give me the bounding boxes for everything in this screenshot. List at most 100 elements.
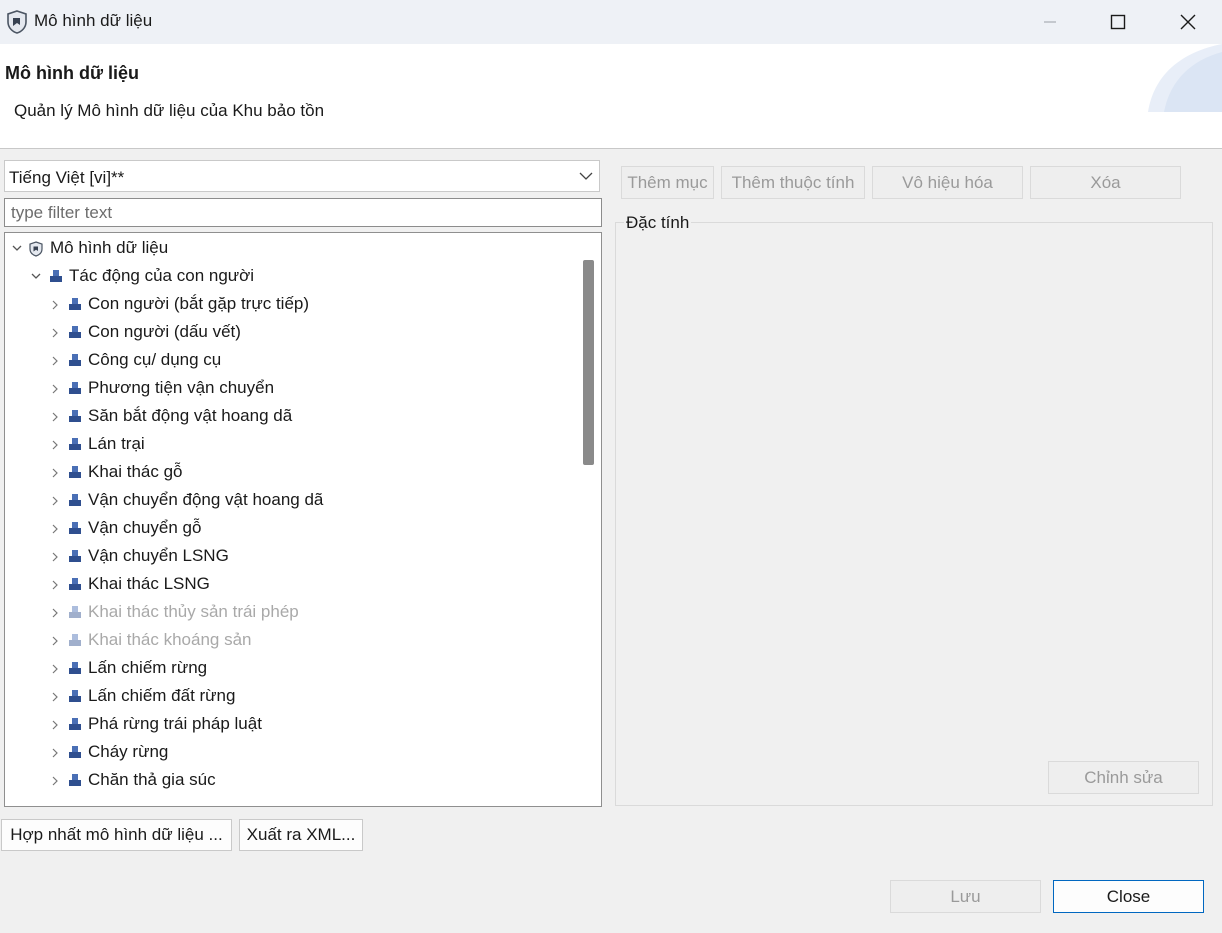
close-window-button[interactable] bbox=[1153, 0, 1222, 44]
maximize-button[interactable] bbox=[1083, 0, 1153, 44]
properties-title: Đặc tính bbox=[624, 213, 692, 233]
chevron-down-icon[interactable] bbox=[12, 243, 22, 253]
merge-data-model-button[interactable]: Hợp nhất mô hình dữ liệu ... bbox=[1, 819, 232, 851]
add-item-button[interactable]: Thêm mục bbox=[621, 166, 714, 199]
tree-item[interactable]: Săn bắt động vật hoang dã bbox=[5, 403, 575, 431]
tree-item[interactable]: Phương tiện vận chuyển bbox=[5, 375, 575, 403]
header-decoration-graphic bbox=[1148, 44, 1222, 112]
tree-node-category[interactable]: Tác động của con người bbox=[5, 263, 575, 291]
tree-item-label: Phương tiện vận chuyển bbox=[88, 378, 275, 397]
tree-node-label: Tác động của con người bbox=[69, 266, 255, 285]
tree-item-label: Lán trại bbox=[88, 434, 145, 453]
tree-item[interactable]: Con người (dấu vết) bbox=[5, 319, 575, 347]
tree-item[interactable]: Khai thác gỗ bbox=[5, 459, 575, 487]
tree-item[interactable]: Con người (bắt gặp trực tiếp) bbox=[5, 291, 575, 319]
minimize-icon bbox=[1044, 21, 1056, 23]
app-shield-icon bbox=[6, 10, 28, 34]
tree-item[interactable]: Công cụ/ dụng cụ bbox=[5, 347, 575, 375]
language-select[interactable]: Tiếng Việt [vi]** bbox=[4, 160, 600, 192]
chevron-right-icon[interactable] bbox=[51, 664, 59, 674]
delete-button[interactable]: Xóa bbox=[1030, 166, 1181, 199]
chevron-right-icon[interactable] bbox=[51, 328, 59, 338]
tree-item-label: Vận chuyển gỗ bbox=[88, 518, 202, 537]
category-icon bbox=[69, 550, 81, 562]
tree-item-label: Khai thác LSNG bbox=[88, 574, 210, 593]
tree-item-label: Lấn chiếm rừng bbox=[88, 658, 208, 677]
chevron-right-icon[interactable] bbox=[51, 720, 59, 730]
tree-item-label: Săn bắt động vật hoang dã bbox=[88, 406, 293, 425]
tree-item[interactable]: Khai thác LSNG bbox=[5, 571, 575, 599]
category-icon bbox=[69, 382, 81, 394]
tree-item[interactable]: Phá rừng trái pháp luật bbox=[5, 711, 575, 739]
chevron-right-icon[interactable] bbox=[51, 524, 59, 534]
add-attribute-button[interactable]: Thêm thuộc tính bbox=[721, 166, 865, 199]
tree-node-label: Mô hình dữ liệu bbox=[50, 238, 169, 257]
title-bar: Mô hình dữ liệu bbox=[0, 0, 1222, 44]
chevron-right-icon[interactable] bbox=[51, 440, 59, 450]
tree-item[interactable]: Khai thác thủy sản trái phép bbox=[5, 599, 575, 627]
category-icon bbox=[69, 718, 81, 730]
tree-scrollbar-thumb[interactable] bbox=[583, 260, 594, 465]
export-xml-button[interactable]: Xuất ra XML... bbox=[239, 819, 363, 851]
chevron-right-icon[interactable] bbox=[51, 776, 59, 786]
chevron-right-icon[interactable] bbox=[51, 356, 59, 366]
minimize-button[interactable] bbox=[1015, 0, 1085, 44]
close-button[interactable]: Close bbox=[1053, 880, 1204, 913]
data-model-tree[interactable]: Mô hình dữ liệu Tác động của con người C… bbox=[4, 232, 602, 807]
tree-item-label: Chăn thả gia súc bbox=[88, 770, 216, 789]
category-icon bbox=[69, 522, 81, 534]
tree-item[interactable]: Vận chuyển gỗ bbox=[5, 515, 575, 543]
chevron-right-icon[interactable] bbox=[51, 300, 59, 310]
tree-item[interactable]: Vận chuyển LSNG bbox=[5, 543, 575, 571]
tree-item[interactable]: Lấn chiếm đất rừng bbox=[5, 683, 575, 711]
tree-item[interactable]: Chăn thả gia súc bbox=[5, 767, 575, 795]
chevron-right-icon[interactable] bbox=[51, 496, 59, 506]
category-icon bbox=[69, 690, 81, 702]
tree-item[interactable]: Lấn chiếm rừng bbox=[5, 655, 575, 683]
disable-button[interactable]: Vô hiệu hóa bbox=[872, 166, 1023, 199]
chevron-right-icon[interactable] bbox=[51, 384, 59, 394]
page-description: Quản lý Mô hình dữ liệu của Khu bảo tồn bbox=[14, 101, 325, 120]
tree-item-label: Công cụ/ dụng cụ bbox=[88, 350, 222, 369]
language-select-value: Tiếng Việt [vi]** bbox=[9, 168, 125, 187]
category-icon bbox=[69, 634, 81, 646]
tree-item-label: Cháy rừng bbox=[88, 742, 169, 761]
filter-input[interactable] bbox=[4, 198, 602, 227]
chevron-right-icon[interactable] bbox=[51, 748, 59, 758]
tree-item[interactable]: Khai thác khoáng sản bbox=[5, 627, 575, 655]
category-icon bbox=[69, 494, 81, 506]
chevron-down-icon bbox=[579, 172, 593, 180]
tree-item-label: Con người (dấu vết) bbox=[88, 322, 241, 341]
chevron-right-icon[interactable] bbox=[51, 552, 59, 562]
category-icon bbox=[69, 606, 81, 618]
save-button[interactable]: Lưu bbox=[890, 880, 1041, 913]
category-icon bbox=[69, 410, 81, 422]
tree-item-label: Con người (bắt gặp trực tiếp) bbox=[88, 294, 310, 313]
tree-item[interactable]: Vận chuyển động vật hoang dã bbox=[5, 487, 575, 515]
category-icon bbox=[69, 438, 81, 450]
tree-scrollbar[interactable] bbox=[576, 233, 598, 806]
chevron-right-icon[interactable] bbox=[51, 608, 59, 618]
close-icon bbox=[1180, 14, 1196, 30]
chevron-right-icon[interactable] bbox=[51, 468, 59, 478]
tree-node-root[interactable]: Mô hình dữ liệu bbox=[5, 235, 575, 263]
tree-item-label: Vận chuyển động vật hoang dã bbox=[88, 490, 324, 509]
category-icon bbox=[69, 746, 81, 758]
tree-item[interactable]: Cháy rừng bbox=[5, 739, 575, 767]
chevron-down-icon[interactable] bbox=[31, 271, 41, 281]
maximize-icon bbox=[1110, 14, 1126, 30]
tree-item-label: Khai thác thủy sản trái phép bbox=[88, 602, 299, 621]
edit-button[interactable]: Chỉnh sửa bbox=[1048, 761, 1199, 794]
window-title: Mô hình dữ liệu bbox=[34, 11, 153, 30]
category-icon bbox=[69, 774, 81, 786]
tree-item[interactable]: Lán trại bbox=[5, 431, 575, 459]
category-icon bbox=[69, 662, 81, 674]
chevron-right-icon[interactable] bbox=[51, 412, 59, 422]
category-icon bbox=[69, 326, 81, 338]
chevron-right-icon[interactable] bbox=[51, 636, 59, 646]
category-icon bbox=[69, 466, 81, 478]
page-title: Mô hình dữ liệu bbox=[5, 63, 140, 83]
category-icon bbox=[69, 578, 81, 590]
chevron-right-icon[interactable] bbox=[51, 692, 59, 702]
chevron-right-icon[interactable] bbox=[51, 580, 59, 590]
